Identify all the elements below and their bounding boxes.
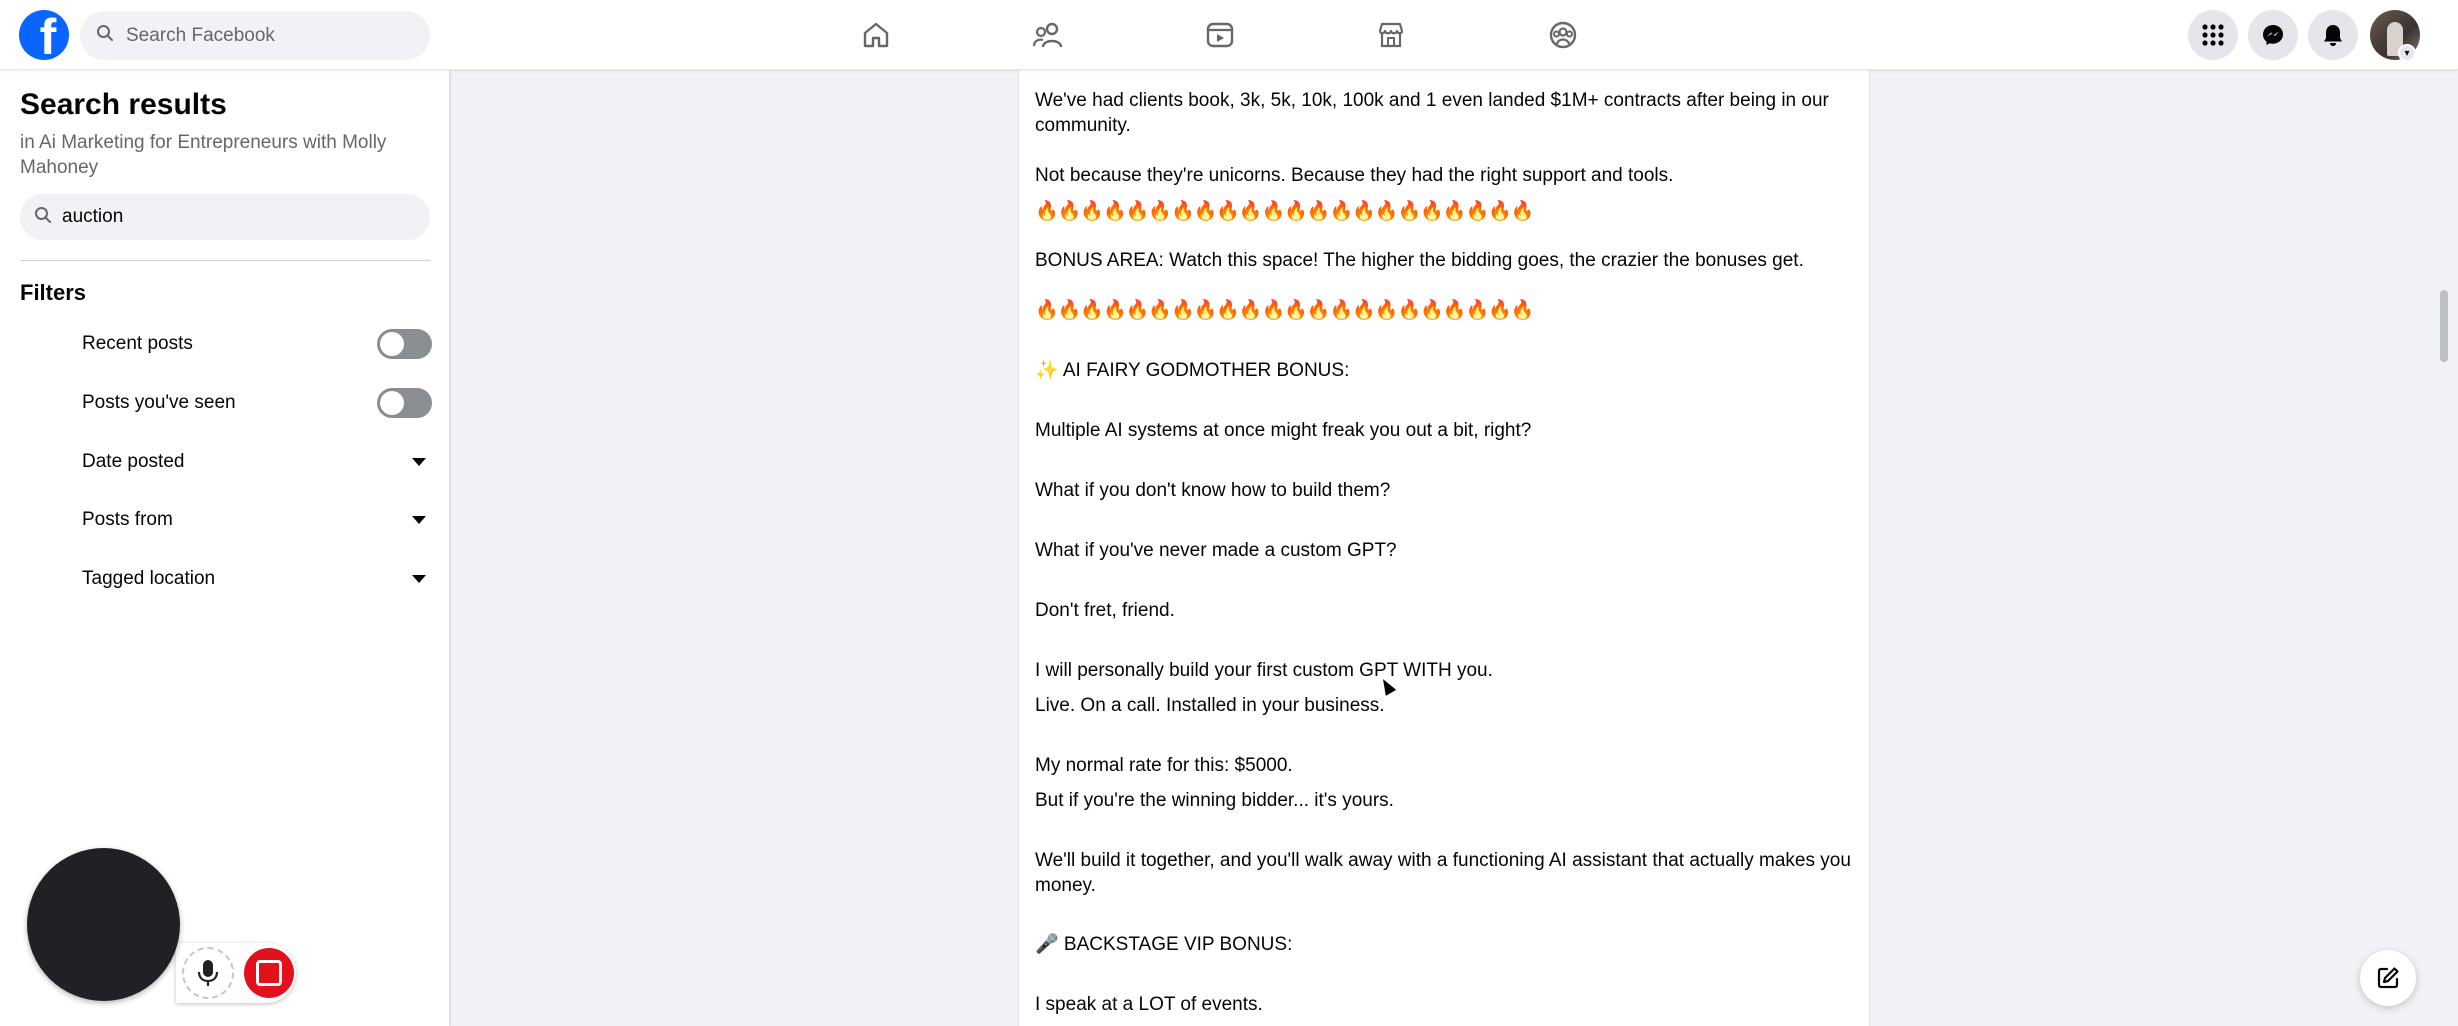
search-facebook-input[interactable] — [126, 24, 406, 47]
posts-youve-seen-toggle[interactable] — [377, 388, 432, 418]
compose-icon — [2377, 967, 2399, 989]
post-text-line: ✨ AI FAIRY GODMOTHER BONUS: — [1035, 360, 1350, 381]
search-scope-subtitle: in Ai Marketing for Entrepreneurs with M… — [20, 132, 387, 178]
account-chevron-down-icon[interactable]: ▾ — [2398, 44, 2416, 62]
filter-tagged-location[interactable]: Tagged location — [82, 559, 432, 599]
post-text-line: Multiple AI systems at once might freak … — [1035, 420, 1532, 441]
new-message-button[interactable] — [2360, 950, 2416, 1006]
recent-posts-toggle[interactable] — [377, 329, 432, 359]
facebook-logo[interactable]: f — [19, 10, 69, 60]
menu-grid-icon[interactable] — [2188, 10, 2238, 60]
post-text-line: What if you've never made a custom GPT? — [1035, 540, 1397, 561]
dropdown-caret-icon[interactable] — [412, 516, 426, 524]
facebook-logo-letter: f — [39, 10, 57, 60]
dropdown-caret-icon[interactable] — [412, 458, 426, 466]
fire-emoji-row: 🔥🔥🔥🔥🔥🔥🔥🔥🔥🔥🔥🔥🔥🔥🔥🔥🔥🔥🔥🔥🔥🔥 — [1035, 300, 1534, 321]
group-search-input[interactable] — [62, 206, 402, 228]
filter-label: Tagged location — [82, 568, 216, 589]
post-text-line: I will personally build your first custo… — [1035, 660, 1493, 681]
post-text-line: We'll build it together, and you'll walk… — [1035, 850, 1857, 896]
search-icon — [34, 206, 52, 229]
messenger-icon[interactable] — [2248, 10, 2298, 60]
filter-label: Posts from — [82, 509, 173, 530]
filter-posts-from[interactable]: Posts from — [82, 500, 432, 540]
dropdown-caret-icon[interactable] — [412, 575, 426, 583]
post-text-line: Live. On a call. Installed in your busin… — [1035, 695, 1385, 716]
microphone-icon[interactable] — [182, 947, 234, 999]
post-text-line: I speak at a LOT of events. — [1035, 994, 1263, 1015]
screen-recorder-camera-bubble[interactable] — [27, 848, 180, 1001]
groups-icon[interactable] — [1545, 17, 1581, 53]
filter-label: Date posted — [82, 451, 185, 472]
filter-label: Recent posts — [82, 333, 193, 354]
home-icon[interactable] — [858, 17, 894, 53]
fire-emoji-row: 🔥🔥🔥🔥🔥🔥🔥🔥🔥🔥🔥🔥🔥🔥🔥🔥🔥🔥🔥🔥🔥🔥 — [1035, 201, 1534, 222]
group-search-box[interactable] — [20, 194, 430, 240]
post-text-line: Don't fret, friend. — [1035, 600, 1175, 621]
post-text-line: What if you don't know how to build them… — [1035, 480, 1391, 501]
post-text-line: My normal rate for this: $5000. — [1035, 755, 1293, 776]
post-text-line: But if you're the winning bidder... it's… — [1035, 790, 1394, 811]
post-text-line: Not because they're unicorns. Because th… — [1035, 165, 1674, 186]
filter-date-posted[interactable]: Date posted — [82, 442, 432, 482]
search-icon — [96, 24, 114, 47]
page-scrollbar[interactable] — [2440, 290, 2448, 362]
notifications-icon[interactable] — [2308, 10, 2358, 60]
facebook-search-box[interactable] — [80, 11, 430, 60]
friends-icon[interactable] — [1030, 17, 1066, 53]
marketplace-icon[interactable] — [1373, 17, 1409, 53]
post-text-line: BONUS AREA: Watch this space! The higher… — [1035, 250, 1804, 271]
post-card: We've had clients book, 3k, 5k, 10k, 100… — [1018, 70, 1870, 1026]
page-title: Search results — [20, 88, 227, 121]
filter-label: Posts you've seen — [82, 392, 236, 413]
post-text-line: 🎤 BACKSTAGE VIP BONUS: — [1035, 934, 1293, 955]
post-text-line: We've had clients book, 3k, 5k, 10k, 100… — [1035, 90, 1835, 136]
top-navigation-bar: f ▾ — [0, 0, 2458, 70]
filter-posts-youve-seen[interactable]: Posts you've seen — [82, 383, 432, 423]
video-icon[interactable] — [1202, 17, 1238, 53]
divider — [20, 260, 430, 261]
filters-heading: Filters — [20, 280, 87, 305]
filter-recent-posts[interactable]: Recent posts — [82, 324, 432, 364]
stop-recording-button[interactable] — [244, 948, 294, 998]
